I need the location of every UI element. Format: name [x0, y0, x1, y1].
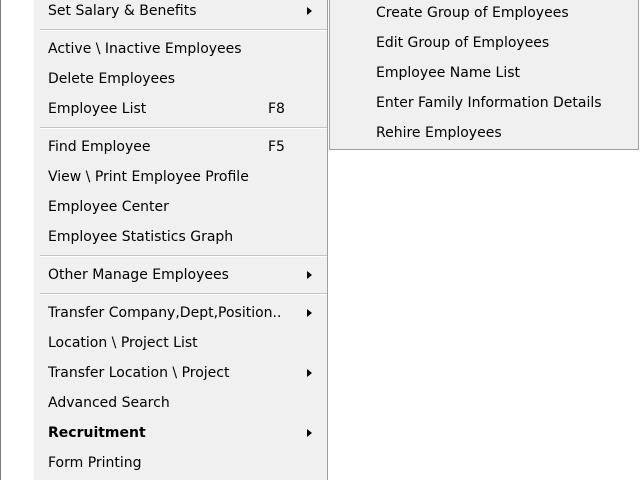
menu-item-label: Transfer Company,Dept,Position.. [48, 305, 282, 321]
menu-separator [34, 252, 327, 260]
submenu-item-label: Enter Family Information Details [376, 95, 602, 111]
submenu-item-create-group-of-employees[interactable]: Create Group of Employees [330, 0, 638, 28]
menu-item-label: Employee Center [48, 199, 169, 215]
menu-item-view-print-employee-profile[interactable]: View \ Print Employee Profile [34, 162, 327, 192]
menu-item-label: Location \ Project List [48, 335, 198, 351]
menu-separator [34, 26, 327, 34]
menu-item-label: Form Printing [48, 455, 142, 471]
menu-item-shortcut: F5 [268, 139, 285, 155]
menu-item-other-manage-employees[interactable]: Other Manage Employees [34, 260, 327, 290]
submenu-item-label: Edit Group of Employees [376, 35, 550, 51]
menu-item-delete-employees[interactable]: Delete Employees [34, 64, 327, 94]
submenu-item-label: Employee Name List [376, 65, 521, 81]
menu-item-recruitment[interactable]: Recruitment [34, 418, 327, 448]
submenu-item-label: Create Group of Employees [376, 5, 569, 21]
menu-item-active-inactive-employees[interactable]: Active \ Inactive Employees [34, 34, 327, 64]
menu-item-employee-center[interactable]: Employee Center [34, 192, 327, 222]
submenu-arrow-icon [307, 369, 312, 377]
menu-item-find-employee[interactable]: Find Employee F5 [34, 132, 327, 162]
submenu-arrow-icon [307, 7, 312, 15]
menu-item-label: Employee List [48, 101, 147, 117]
submenu-item-employee-name-list[interactable]: Employee Name List [330, 58, 638, 88]
menu-item-label: Recruitment [48, 425, 146, 441]
menu-item-label: Find Employee [48, 139, 151, 155]
menu-item-label: Other Manage Employees [48, 267, 229, 283]
menu-item-transfer-company-dept-position[interactable]: Transfer Company,Dept,Position.. [34, 298, 327, 328]
menu-item-label: View \ Print Employee Profile [48, 169, 249, 185]
screen: Set Salary & Benefits Active \ Inactive … [0, 0, 640, 480]
menu-item-transfer-location-project[interactable]: Transfer Location \ Project [34, 358, 327, 388]
menu-item-label: Active \ Inactive Employees [48, 41, 242, 57]
submenu-item-rehire-employees[interactable]: Rehire Employees [330, 118, 638, 148]
menu-item-label: Set Salary & Benefits [48, 3, 197, 19]
menu-item-form-printing[interactable]: Form Printing [34, 448, 327, 478]
menu-item-shortcut: F8 [268, 101, 285, 117]
menu-item-label: Delete Employees [48, 71, 176, 87]
menu-separator [34, 290, 327, 298]
menu-item-label: Advanced Search [48, 395, 170, 411]
submenu-item-enter-family-information-details[interactable]: Enter Family Information Details [330, 88, 638, 118]
menu-item-advanced-search[interactable]: Advanced Search [34, 388, 327, 418]
submenu-item-label: Rehire Employees [376, 125, 502, 141]
submenu-arrow-icon [307, 271, 312, 279]
employees-submenu: Create Group of Employees Edit Group of … [329, 0, 639, 150]
menu-item-employee-statistics-graph[interactable]: Employee Statistics Graph [34, 222, 327, 252]
employees-context-menu: Set Salary & Benefits Active \ Inactive … [34, 0, 328, 480]
submenu-arrow-icon [307, 429, 312, 437]
menu-item-location-project-list[interactable]: Location \ Project List [34, 328, 327, 358]
submenu-arrow-icon [307, 309, 312, 317]
menu-item-set-salary-benefits[interactable]: Set Salary & Benefits [34, 0, 327, 26]
menu-separator [34, 124, 327, 132]
menu-item-label: Employee Statistics Graph [48, 229, 234, 245]
submenu-item-edit-group-of-employees[interactable]: Edit Group of Employees [330, 28, 638, 58]
menu-item-employee-list[interactable]: Employee List F8 [34, 94, 327, 124]
window-edge [0, 0, 1, 480]
menu-item-label: Transfer Location \ Project [48, 365, 230, 381]
